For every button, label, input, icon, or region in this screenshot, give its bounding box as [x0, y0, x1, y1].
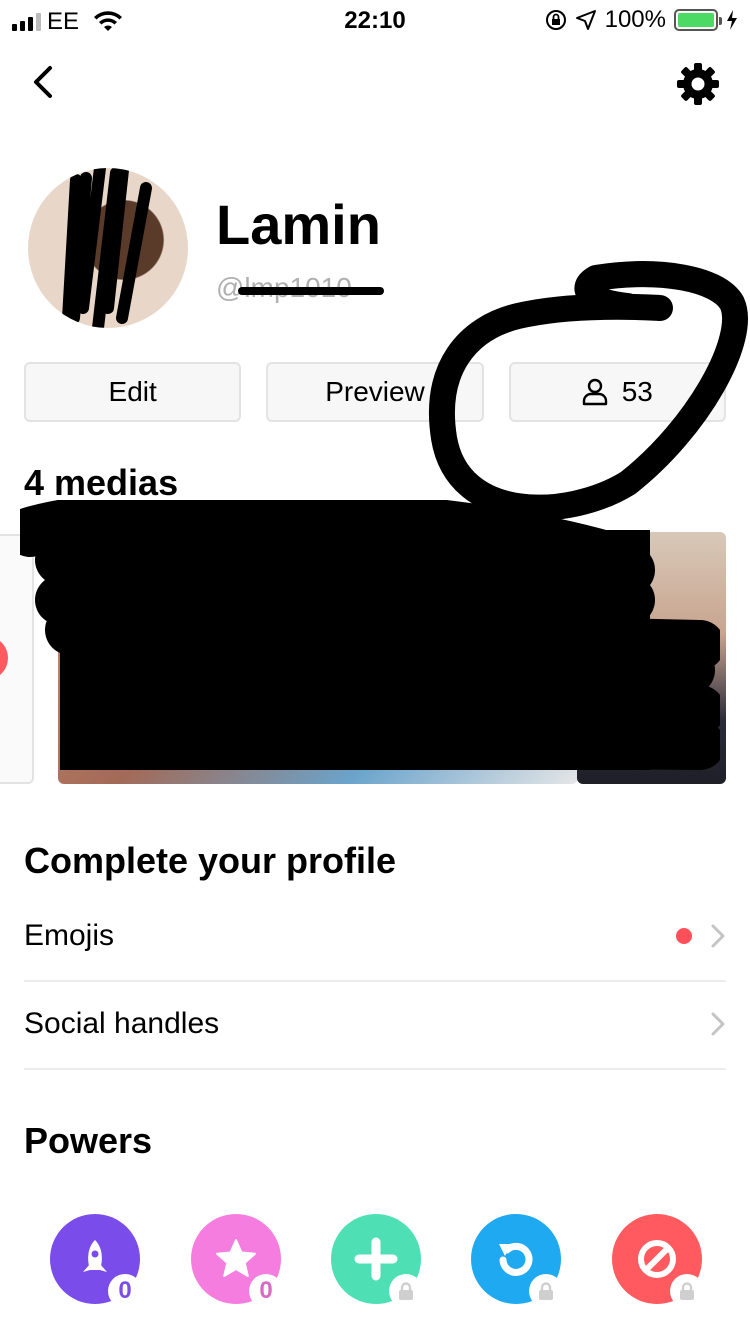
media-strip	[0, 530, 750, 786]
lock-icon	[539, 1282, 553, 1300]
gear-icon[interactable]	[676, 62, 720, 106]
profile-actions: Edit Preview 53	[24, 362, 726, 422]
power-plus[interactable]	[331, 1214, 423, 1308]
powers-title: Powers	[24, 1120, 153, 1161]
preview-button[interactable]: Preview	[266, 362, 484, 422]
list-item-social-handles[interactable]: Social handles	[24, 980, 726, 1068]
edit-button-label: Edit	[108, 376, 157, 407]
avatar-redaction	[62, 168, 152, 328]
preview-button-label: Preview	[325, 376, 425, 407]
lock-badge	[670, 1274, 704, 1308]
status-bar: EE 22:10 100%	[0, 0, 750, 40]
edit-button[interactable]: Edit	[24, 362, 242, 422]
avatar[interactable]	[28, 168, 188, 328]
power-count-badge: 0	[249, 1274, 283, 1308]
medias-title: 4 medias	[24, 462, 179, 503]
divider	[24, 1068, 726, 1070]
profile-name: Lamin	[216, 193, 381, 256]
location-arrow-icon	[575, 10, 596, 30]
rocket-icon	[83, 1240, 107, 1272]
refresh-icon	[499, 1242, 533, 1276]
handle-redaction	[238, 287, 384, 295]
alert-dot	[676, 928, 692, 944]
back-chevron-icon[interactable]	[26, 62, 66, 102]
lock-icon	[680, 1282, 694, 1300]
lock-icon	[399, 1282, 413, 1300]
charging-bolt-icon	[727, 10, 737, 30]
lock-badge	[389, 1274, 423, 1308]
plus-icon	[354, 1237, 398, 1281]
followers-count: 53	[621, 376, 653, 407]
chevron-right-icon	[711, 924, 725, 948]
person-icon	[582, 378, 607, 406]
add-media-card[interactable]	[0, 534, 34, 784]
media-thumbnail[interactable]	[577, 532, 726, 784]
power-rocket[interactable]: 0	[50, 1214, 142, 1308]
media-thumbnail[interactable]	[58, 534, 578, 784]
powers-row: 0 0	[50, 1214, 710, 1314]
status-right: 100%	[545, 6, 738, 34]
power-count-badge: 0	[108, 1274, 142, 1308]
battery-icon	[674, 9, 722, 31]
power-block[interactable]	[612, 1214, 704, 1308]
orientation-lock-icon	[545, 10, 566, 30]
list-item-label: Social handles	[24, 1007, 220, 1040]
list-item-label: Emojis	[24, 919, 115, 952]
power-count: 0	[259, 1277, 273, 1304]
chevron-right-icon	[711, 1012, 725, 1036]
power-refresh[interactable]	[471, 1214, 563, 1308]
followers-button[interactable]: 53	[508, 362, 726, 422]
power-count: 0	[118, 1277, 132, 1304]
lock-badge	[529, 1274, 563, 1308]
power-star[interactable]: 0	[191, 1214, 283, 1308]
list-item-emojis[interactable]: Emojis	[24, 892, 726, 980]
battery-percent: 100%	[604, 6, 666, 33]
star-icon	[216, 1239, 256, 1277]
complete-profile-title: Complete your profile	[24, 840, 397, 881]
block-icon	[638, 1240, 676, 1278]
